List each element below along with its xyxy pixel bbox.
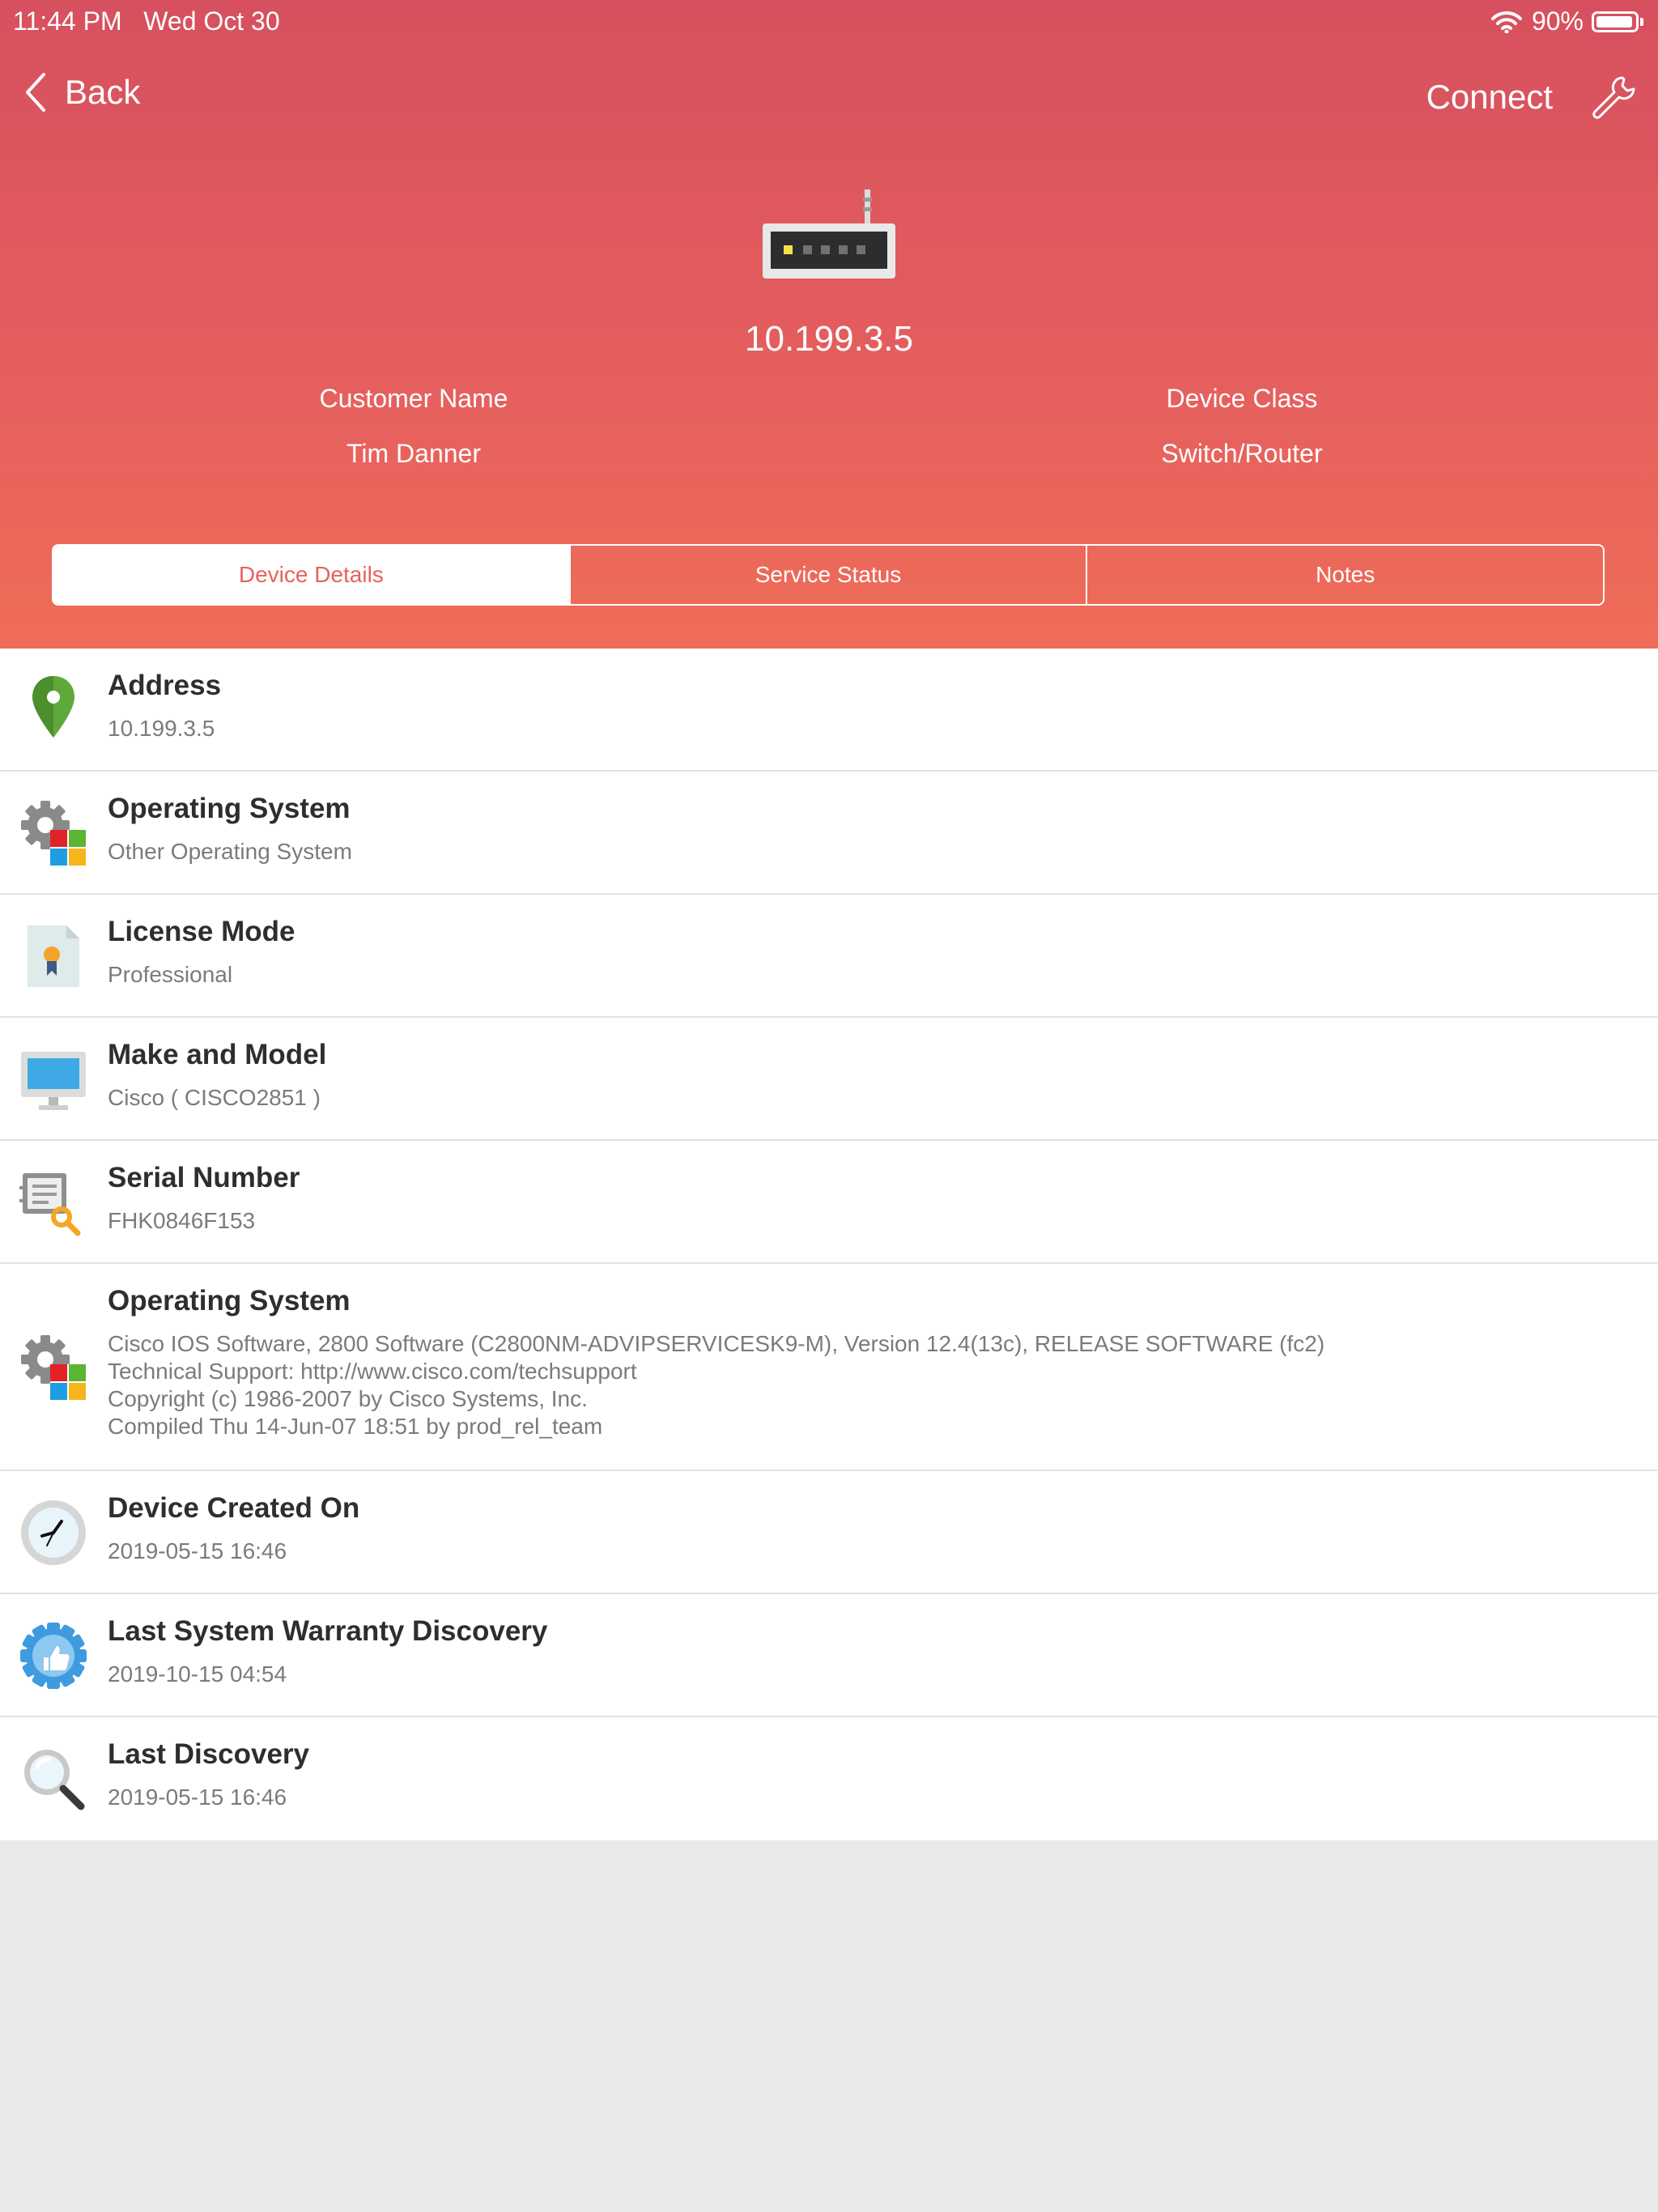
detail-value: 2019-10-15 04:54 [108, 1661, 287, 1687]
detail-value: 2019-05-15 16:46 [108, 1784, 287, 1810]
battery-percentage: 90% [1531, 6, 1584, 36]
device-class-label: Device Class [1166, 384, 1318, 413]
back-label: Back [65, 73, 141, 111]
detail-row-warranty-discovery[interactable]: Last System Warranty Discovery 2019-10-1… [0, 1594, 1658, 1717]
detail-title: License Mode [108, 916, 295, 947]
clock-icon [21, 1500, 86, 1565]
detail-title: Last Discovery [108, 1738, 310, 1770]
detail-title: Device Created On [108, 1492, 360, 1524]
detail-value: 10.199.3.5 [108, 716, 215, 741]
detail-value: Cisco ( CISCO2851 ) [108, 1085, 321, 1110]
magnifier-icon [24, 1750, 85, 1810]
device-header: 11:44 PM Wed Oct 30 90% Back Connect 10.… [0, 0, 1658, 649]
detail-row-device-created-on[interactable]: Device Created On 2019-05-15 16:46 [0, 1471, 1658, 1594]
status-bar: 11:44 PM Wed Oct 30 90% [0, 0, 1658, 45]
status-clock: 11:44 PM [13, 6, 122, 36]
battery-tip [1640, 17, 1643, 26]
wifi-icon [1490, 11, 1522, 33]
connect-button[interactable]: Connect [1426, 78, 1553, 117]
detail-row-make-and-model[interactable]: Make and Model Cisco ( CISCO2851 ) [0, 1018, 1658, 1141]
detail-row-address[interactable]: Address 10.199.3.5 [0, 649, 1658, 772]
os-gear-icon [21, 1335, 86, 1400]
detail-value: Other Operating System [108, 839, 352, 864]
device-ip-title: 10.199.3.5 [745, 319, 913, 359]
wrench-button[interactable] [1590, 73, 1639, 125]
detail-title: Operating System [108, 793, 351, 824]
status-date: Wed Oct 30 [143, 6, 280, 36]
detail-row-license-mode[interactable]: License Mode Professional [0, 895, 1658, 1018]
detail-value: Cisco IOS Software, 2800 Software (C2800… [108, 1331, 1325, 1439]
detail-title: Address [108, 670, 222, 701]
device-details-list: Address 10.199.3.5 Operating System Othe… [0, 649, 1658, 1840]
tab-notes[interactable]: Notes [1086, 546, 1603, 604]
tab-device-details[interactable]: Device Details [53, 546, 569, 604]
customer-name-label: Customer Name [319, 384, 508, 413]
wrench-icon [1592, 76, 1635, 119]
device-class-value: Switch/Router [1161, 439, 1323, 468]
customer-name-value: Tim Danner [346, 439, 481, 468]
tab-service-status[interactable]: Service Status [568, 546, 1086, 604]
os-gear-icon [21, 801, 86, 866]
battery-icon [1592, 11, 1639, 32]
router-icon [763, 189, 895, 279]
monitor-icon [21, 1052, 86, 1110]
detail-row-last-discovery[interactable]: Last Discovery 2019-05-15 16:46 [0, 1717, 1658, 1840]
chevron-left-icon [26, 73, 45, 112]
serial-search-icon [19, 1173, 81, 1236]
detail-value: Professional [108, 962, 233, 987]
segmented-tabs: Device Details Service Status Notes [52, 544, 1605, 606]
detail-row-serial-number[interactable]: Serial Number FHK0846F153 [0, 1141, 1658, 1264]
warranty-badge-icon [20, 1623, 87, 1689]
license-certificate-icon [28, 925, 79, 987]
status-indicators: 90% [1490, 6, 1643, 36]
detail-title: Last System Warranty Discovery [108, 1615, 548, 1647]
detail-value: FHK0846F153 [108, 1208, 256, 1233]
back-button[interactable]: Back [24, 71, 140, 113]
map-pin-icon [32, 676, 74, 738]
detail-row-operating-system[interactable]: Operating System Other Operating System [0, 772, 1658, 895]
detail-title: Operating System [108, 1285, 351, 1317]
detail-row-os-version[interactable]: Operating System Cisco IOS Software, 280… [0, 1264, 1658, 1471]
status-time: 11:44 PM Wed Oct 30 [13, 6, 280, 36]
detail-value: 2019-05-15 16:46 [108, 1538, 287, 1563]
detail-title: Make and Model [108, 1039, 327, 1070]
detail-title: Serial Number [108, 1162, 300, 1193]
